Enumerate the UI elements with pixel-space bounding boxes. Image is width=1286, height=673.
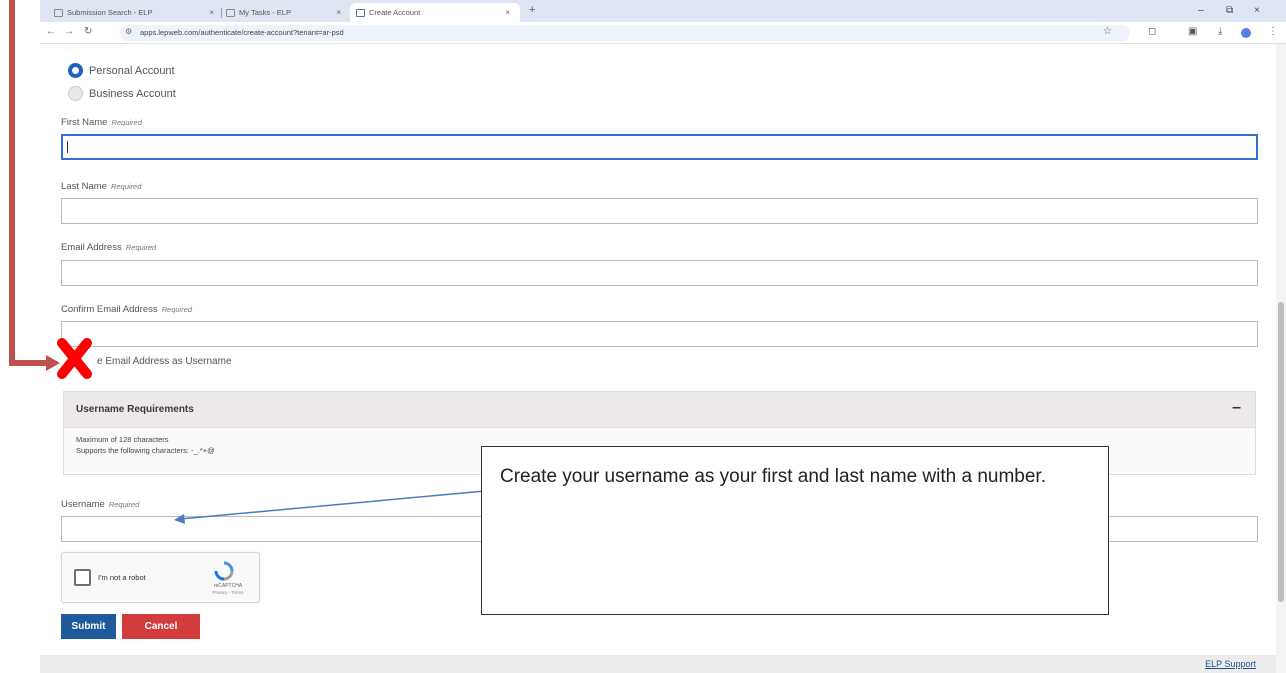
field-label-text: Last Name [61,181,107,192]
side-panel-icon[interactable]: ▣ [1188,26,1197,37]
tab-close-icon[interactable]: × [505,8,510,17]
site-favicon-icon [226,8,235,17]
tab-close-icon[interactable]: × [336,8,341,17]
confirm-email-label: Confirm Email Address Required [61,304,192,315]
recaptcha-checkbox[interactable] [74,569,91,586]
first-name-input[interactable] [61,134,1258,160]
url-text: apps.lepweb.com/authenticate/create-acco… [140,28,344,37]
radio-label: Personal Account [89,64,175,77]
window-close-icon[interactable]: × [1254,5,1260,16]
submit-button[interactable]: Submit [61,614,116,639]
radio-label: Business Account [89,87,176,100]
checkbox-label: e Email Address as Username [97,356,232,367]
requirement-line: Supports the following characters: -_.*+… [76,446,215,455]
recaptcha-widget: I'm not a robot reCAPTCHA Privacy - Term… [61,552,260,603]
first-name-label: First Name Required [61,117,142,128]
radio-unselected-icon[interactable] [68,86,83,101]
required-text: Required [108,500,140,509]
restore-icon[interactable]: ⧉ [1226,5,1233,16]
tab-title: Submission Search - ELP [67,8,153,17]
tab-title: Create Account [369,8,421,17]
required-text: Required [111,118,142,127]
radio-business-account[interactable]: Business Account [68,86,176,101]
reload-icon[interactable]: ↻ [84,26,92,37]
site-info-icon[interactable]: ⚙ [125,27,132,36]
bookmark-star-icon[interactable]: ☆ [1103,26,1112,37]
browser-toolbar: ← → ↻ ⚙ apps.lepweb.com/authenticate/cre… [40,22,1286,44]
browser-tab-strip: Submission Search - ELP × My Tasks - ELP… [40,0,1286,22]
radio-personal-account[interactable]: Personal Account [68,63,175,78]
collapse-icon[interactable]: – [1232,399,1241,417]
scrollbar-thumb[interactable] [1278,302,1284,602]
back-icon[interactable]: ← [46,26,56,37]
instruction-callout: Create your username as your first and l… [481,446,1109,615]
address-bar[interactable]: ⚙ apps.lepweb.com/authenticate/create-ac… [120,25,1130,41]
requirements-panel-header[interactable]: Username Requirements – [64,392,1255,428]
required-text: Required [125,243,157,252]
support-link[interactable]: ELP Support [1205,659,1256,669]
username-label: Username Required [61,499,139,510]
field-label-text: Username [61,499,105,510]
download-icon[interactable]: ⤓ [1218,26,1222,37]
email-label: Email Address Required [61,242,156,253]
requirements-title: Username Requirements [76,404,194,415]
cancel-button[interactable]: Cancel [122,614,200,639]
site-favicon-icon [356,8,365,17]
new-tab-button[interactable]: + [529,4,535,16]
required-text: Required [110,182,142,191]
extensions-icon[interactable]: ◻ [1148,26,1156,37]
requirement-line: Maximum of 128 characters [76,435,169,444]
email-input[interactable] [61,260,1258,286]
field-label-text: Confirm Email Address [61,304,158,315]
browser-menu-icon[interactable]: ⋮ [1268,26,1278,37]
site-favicon-icon [54,8,63,17]
text-caret [67,141,68,153]
radio-selected-icon[interactable] [68,63,83,78]
tab-close-icon[interactable]: × [209,8,214,17]
required-text: Required [161,305,193,314]
tab-my-tasks[interactable]: My Tasks - ELP × [226,3,341,22]
callout-text: Create your username as your first and l… [500,466,1046,487]
last-name-input[interactable] [61,198,1258,224]
page-scrollbar[interactable] [1276,44,1286,673]
recaptcha-logo-icon [214,561,234,581]
field-label-text: First Name [61,117,108,128]
page-footer: ELP Support [40,655,1276,673]
tab-title: My Tasks - ELP [239,8,291,17]
profile-avatar-icon[interactable] [1241,28,1251,38]
recaptcha-label: I'm not a robot [98,573,146,582]
field-label-text: Email Address [61,242,122,253]
recaptcha-brand: reCAPTCHA [213,583,243,589]
tab-create-account[interactable]: Create Account × [350,3,520,22]
use-email-as-username-checkbox[interactable]: e Email Address as Username [97,356,232,367]
tab-separator [221,8,222,18]
recaptcha-terms[interactable]: Privacy - Terms [208,590,248,595]
last-name-label: Last Name Required [61,181,141,192]
minimize-icon[interactable]: – [1198,5,1204,16]
confirm-email-input[interactable] [61,321,1258,347]
tab-submission-search[interactable]: Submission Search - ELP × [54,3,214,22]
forward-icon[interactable]: → [64,26,74,37]
